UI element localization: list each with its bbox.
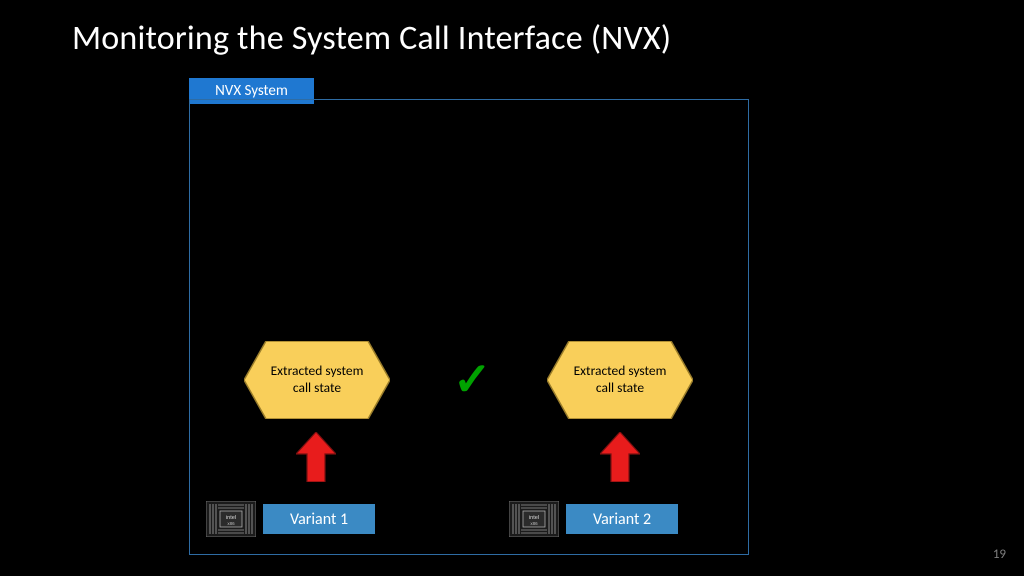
hex-extracted-state-left: Extracted system call state: [244, 341, 390, 419]
slide-number: 19: [993, 547, 1006, 562]
arrow-up-icon-right: [600, 432, 640, 482]
nvx-system-box: [189, 99, 749, 555]
variant-1-label: Variant 1: [263, 504, 375, 534]
hex-left-label: Extracted system call state: [244, 363, 390, 397]
variant-2-label: Variant 2: [566, 504, 678, 534]
check-icon: ✓: [453, 352, 492, 408]
arrow-up-icon-left: [296, 432, 336, 482]
slide-title: Monitoring the System Call Interface (NV…: [72, 18, 671, 59]
intel-chip-icon-right: intel x86: [509, 501, 559, 537]
chip-arch-text: x86: [530, 521, 538, 526]
chip-arch-text: x86: [227, 521, 235, 526]
hex-extracted-state-right: Extracted system call state: [547, 341, 693, 419]
hex-right-label: Extracted system call state: [547, 363, 693, 397]
intel-chip-icon-left: intel x86: [206, 501, 256, 537]
